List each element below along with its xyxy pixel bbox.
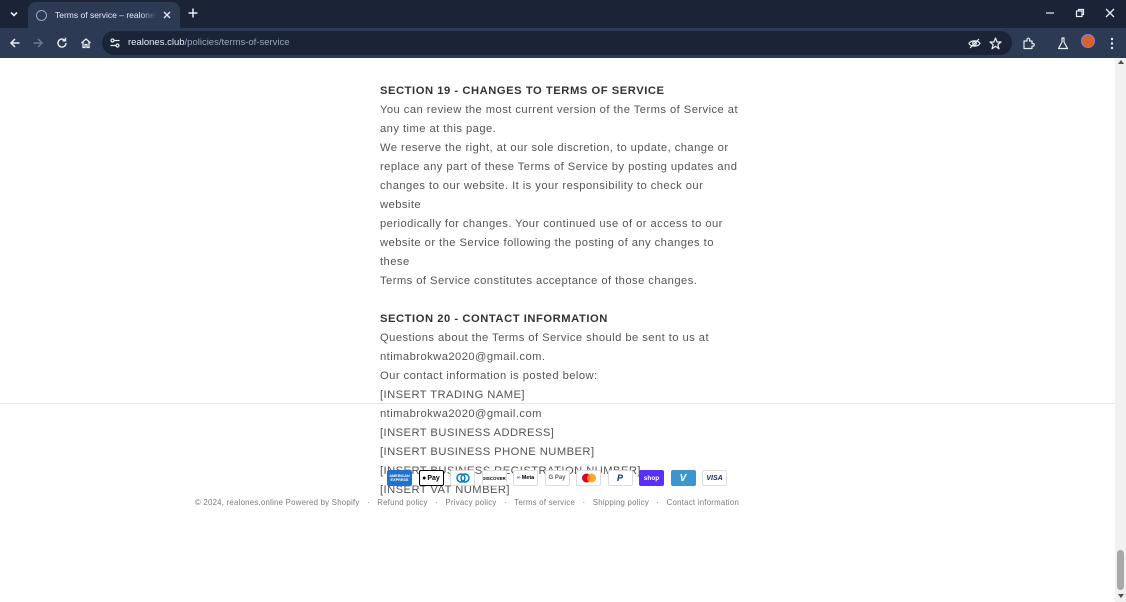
apple-icon: ● bbox=[422, 474, 427, 482]
minimize-icon bbox=[1046, 12, 1054, 14]
reload-icon bbox=[57, 37, 67, 48]
mastercard-icon bbox=[576, 470, 601, 486]
minimize-button[interactable] bbox=[1040, 4, 1060, 22]
diners-club-icon bbox=[450, 470, 475, 486]
tab-title: Terms of service – realones.online bbox=[55, 10, 156, 20]
footer-copyright[interactable]: © 2024, realones.online bbox=[195, 498, 283, 507]
labs-flask-icon[interactable] bbox=[1054, 34, 1072, 52]
section-20-heading: SECTION 20 - CONTACT INFORMATION bbox=[380, 313, 608, 325]
footer-divider bbox=[0, 403, 1115, 404]
close-icon bbox=[163, 11, 171, 19]
policy-line: website or the Service following the pos… bbox=[380, 237, 714, 268]
venmo-icon: V bbox=[670, 470, 696, 486]
shop-pay-label: shop bbox=[643, 474, 660, 482]
url-text: realones.club/policies/terms-of-service bbox=[128, 37, 290, 48]
contact-email: ntimabrokwa2020@gmail.com bbox=[380, 408, 542, 420]
url-path: /policies/terms-of-service bbox=[184, 37, 290, 48]
browser-tab[interactable]: Terms of service – realones.online bbox=[28, 2, 180, 28]
scroll-down-arrow-icon[interactable] bbox=[1117, 594, 1124, 598]
policy-line: We reserve the right, at our sole discre… bbox=[380, 142, 729, 154]
arrow-left-icon bbox=[9, 38, 20, 48]
site-info-icon[interactable] bbox=[108, 36, 122, 50]
url-domain: realones.club bbox=[128, 37, 185, 48]
arrow-right-icon bbox=[33, 38, 44, 48]
footer-powered-by[interactable]: Powered by Shopify bbox=[286, 498, 360, 507]
profile-avatar[interactable] bbox=[1081, 34, 1095, 48]
policy-line: changes to our website. It is your respo… bbox=[380, 180, 704, 211]
close-window-button[interactable] bbox=[1100, 4, 1120, 22]
extensions-icon[interactable] bbox=[1019, 34, 1037, 52]
policy-content: SECTION 19 - CHANGES TO TERMS OF SERVICE… bbox=[380, 82, 740, 500]
google-pay-label: G Pay bbox=[548, 475, 566, 481]
amex-label: AMERICAN EXPRESS bbox=[389, 474, 410, 482]
paypal-icon: P bbox=[607, 470, 633, 486]
back-button[interactable] bbox=[5, 33, 25, 53]
plus-icon bbox=[188, 8, 198, 18]
forward-button[interactable] bbox=[28, 33, 48, 53]
policy-line: Terms of Service constitutes acceptance … bbox=[380, 275, 698, 287]
footer-links: © 2024, realones.online Powered by Shopi… bbox=[195, 498, 739, 507]
home-icon bbox=[81, 38, 91, 49]
infinity-icon: ∞ bbox=[516, 475, 521, 481]
page-scrollbar[interactable] bbox=[1115, 58, 1126, 602]
scroll-up-arrow-icon[interactable] bbox=[1117, 60, 1124, 64]
footer-separator: · bbox=[366, 498, 370, 507]
address-bar[interactable]: realones.club/policies/terms-of-service bbox=[102, 31, 1012, 55]
visa-label: VISA bbox=[706, 474, 723, 482]
policy-line: Our contact information is posted below: bbox=[380, 370, 598, 382]
scroll-thumb[interactable] bbox=[1117, 550, 1124, 590]
policy-line: [INSERT BUSINESS ADDRESS] bbox=[380, 427, 555, 439]
policy-line: Questions about the Terms of Service sho… bbox=[380, 332, 710, 344]
footer-separator: · bbox=[504, 498, 507, 507]
tab-close-button[interactable] bbox=[160, 8, 174, 22]
footer-separator: · bbox=[435, 498, 438, 507]
restore-button[interactable] bbox=[1070, 4, 1090, 22]
footer-link-contact-information[interactable]: Contact information bbox=[667, 498, 739, 507]
eye-off-icon[interactable] bbox=[966, 35, 982, 51]
apple-pay-label: Pay bbox=[427, 474, 440, 482]
footer-link-terms-of-service[interactable]: Terms of service bbox=[514, 498, 575, 507]
footer-link-refund-policy[interactable]: Refund policy bbox=[377, 498, 428, 507]
close-icon bbox=[1105, 8, 1115, 18]
policy-line: any time at this page. bbox=[380, 123, 497, 135]
home-button[interactable] bbox=[76, 33, 96, 53]
visa-icon: VISA bbox=[702, 470, 727, 486]
footer-separator: · bbox=[582, 498, 586, 507]
footer-separator: · bbox=[656, 498, 660, 507]
globe-icon bbox=[36, 9, 47, 21]
tab-search-button[interactable] bbox=[4, 5, 24, 23]
discover-label: DISCOVER bbox=[482, 475, 506, 481]
chevron-down-icon bbox=[10, 11, 18, 17]
amex-icon: AMERICAN EXPRESS bbox=[387, 470, 412, 486]
meta-pay-icon: ∞ Meta bbox=[513, 470, 538, 486]
discover-icon: DISCOVER bbox=[481, 470, 507, 486]
contact-email: ntimabrokwa2020@gmail.com. bbox=[380, 351, 546, 363]
browser-toolbar: realones.club/policies/terms-of-service bbox=[0, 28, 1126, 58]
policy-line: periodically for changes. Your continued… bbox=[380, 218, 723, 230]
more-menu-icon[interactable] bbox=[1103, 34, 1121, 52]
meta-label: Meta bbox=[521, 475, 535, 481]
new-tab-button[interactable] bbox=[185, 5, 201, 21]
policy-line: replace any part of these Terms of Servi… bbox=[380, 161, 738, 173]
shop-pay-icon: shop bbox=[639, 470, 664, 486]
policy-line: [INSERT BUSINESS PHONE NUMBER] bbox=[380, 446, 595, 458]
policy-line: You can review the most current version … bbox=[380, 104, 739, 116]
browser-titlebar: Terms of service – realones.online bbox=[0, 0, 1126, 28]
restore-icon bbox=[1075, 8, 1085, 18]
footer-link-privacy-policy[interactable]: Privacy policy bbox=[445, 498, 496, 507]
star-icon[interactable] bbox=[987, 35, 1003, 51]
reload-button[interactable] bbox=[52, 33, 72, 53]
footer-link-shipping-policy[interactable]: Shipping policy bbox=[593, 498, 649, 507]
google-pay-icon: G Pay bbox=[544, 470, 570, 486]
apple-pay-icon: ● Pay bbox=[418, 470, 444, 486]
section-19-heading: SECTION 19 - CHANGES TO TERMS OF SERVICE bbox=[380, 85, 665, 97]
payment-icons: AMERICAN EXPRESS ● Pay DISCOVER ∞ Meta G P… bbox=[387, 470, 727, 486]
